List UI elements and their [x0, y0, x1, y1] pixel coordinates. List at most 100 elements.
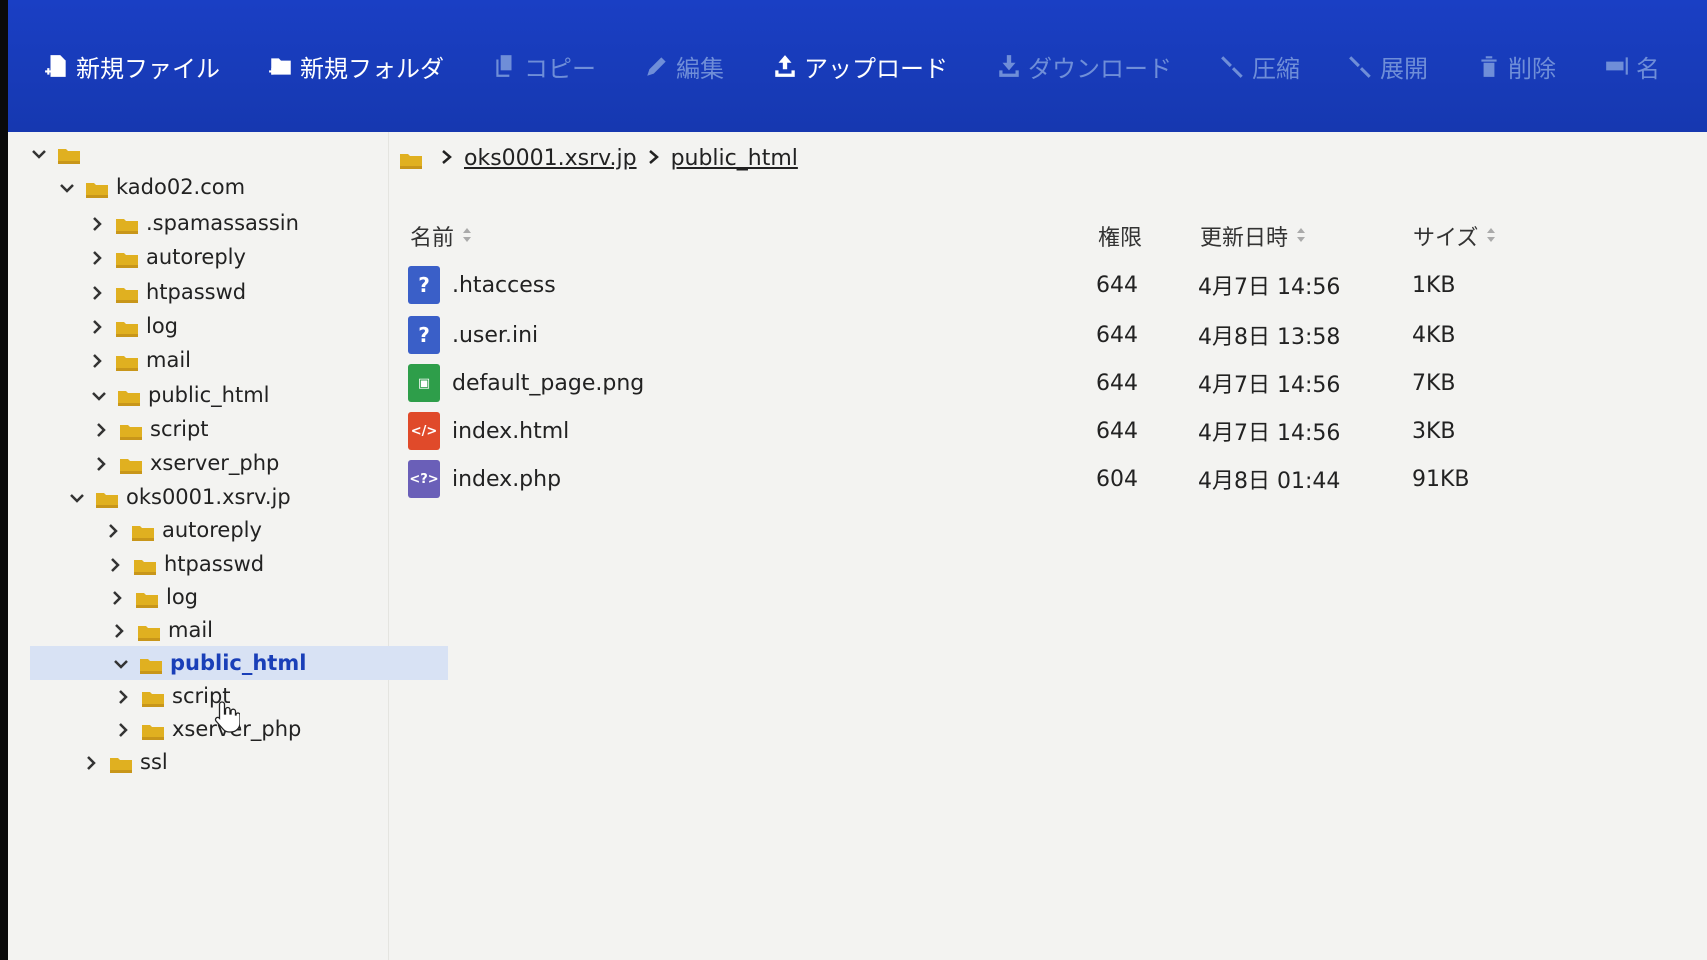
- download-button[interactable]: ダウンロード: [996, 49, 1172, 84]
- breadcrumb-link-public-html[interactable]: public_html: [671, 146, 798, 171]
- tree-item[interactable]: htpasswd: [88, 275, 246, 309]
- tree-item[interactable]: mail: [88, 343, 191, 377]
- tree-item-label: log: [146, 314, 179, 338]
- tree-item[interactable]: ssl: [82, 745, 168, 779]
- new-folder-label: 新規フォルダ: [300, 54, 444, 83]
- file-size: 3KB: [1412, 418, 1456, 444]
- file-row[interactable]: ? .user.ini 644 4月8日 13:58 4KB: [408, 312, 1508, 358]
- breadcrumb-link-domain[interactable]: oks0001.xsrv.jp: [464, 146, 637, 171]
- chevron-right-icon[interactable]: [88, 248, 106, 266]
- tree-item[interactable]: .spamassassin: [88, 206, 299, 240]
- new-folder-icon: [269, 58, 291, 75]
- new-file-icon: [45, 55, 66, 77]
- file-size: 7KB: [1412, 370, 1456, 396]
- compress-button[interactable]: 圧縮: [1220, 49, 1300, 84]
- trash-icon: [1481, 56, 1497, 77]
- hand-cursor-icon: [214, 701, 240, 733]
- tree-item[interactable]: log: [88, 309, 178, 343]
- chevron-right-icon[interactable]: [88, 351, 106, 369]
- tree-item-label: htpasswd: [146, 280, 247, 304]
- folder-icon: [96, 489, 118, 508]
- chevron-right-icon[interactable]: [114, 720, 132, 738]
- tree-item[interactable]: log: [108, 580, 198, 614]
- tree-item[interactable]: xserver_php: [92, 446, 279, 480]
- file-row[interactable]: ▣ default_page.png 644 4月7日 14:56 7KB: [408, 360, 1508, 406]
- chevron-right-icon[interactable]: [110, 621, 128, 639]
- copy-icon: [496, 55, 512, 77]
- tree-item-label: public_html: [148, 383, 270, 407]
- chevron-down-icon[interactable]: [58, 178, 76, 196]
- chevron-right-icon[interactable]: [82, 753, 100, 771]
- tree-item[interactable]: htpasswd: [106, 547, 264, 581]
- upload-icon: [775, 55, 795, 77]
- tree-item-label: kado02.com: [116, 175, 246, 199]
- extract-label: 展開: [1380, 54, 1428, 83]
- tree-item[interactable]: script: [92, 412, 209, 446]
- file-date: 4月8日 01:44: [1198, 469, 1341, 494]
- file-name-cell[interactable]: ? .user.ini: [408, 312, 538, 358]
- delete-label: 削除: [1508, 54, 1556, 83]
- column-header-date[interactable]: 更新日時: [1200, 220, 1306, 252]
- file-permission: 604: [1096, 466, 1138, 492]
- file-size: 91KB: [1412, 466, 1470, 492]
- folder-tree: kado02.com .spamassassin autoreply htpasswd…: [8, 132, 448, 960]
- file-name-cell[interactable]: ▣ default_page.png: [408, 360, 644, 406]
- column-header-size[interactable]: サイズ: [1413, 220, 1496, 252]
- chevron-right-icon[interactable]: [114, 687, 132, 705]
- chevron-down-icon[interactable]: [90, 386, 108, 404]
- file-name-cell[interactable]: ? .htaccess: [408, 262, 556, 308]
- toolbar: 新規ファイル 新規フォルダ コピー 編集 アップロード ダウンロード 圧縮 展開…: [8, 0, 1707, 132]
- extract-button[interactable]: 展開: [1348, 49, 1428, 84]
- chevron-right-icon[interactable]: [106, 555, 124, 573]
- tree-item[interactable]: oks0001.xsrv.jp: [68, 480, 291, 514]
- tree-item[interactable]: kado02.com: [58, 170, 245, 204]
- file-name-cell[interactable]: <?> index.php: [408, 456, 561, 502]
- tree-item[interactable]: [30, 136, 88, 170]
- rename-button[interactable]: 名: [1604, 49, 1660, 84]
- chevron-right-icon[interactable]: [108, 588, 126, 606]
- chevron-down-icon[interactable]: [112, 654, 130, 672]
- tree-item-label: mail: [168, 618, 213, 642]
- chevron-right-icon[interactable]: [88, 317, 106, 335]
- edit-button[interactable]: 編集: [644, 49, 724, 84]
- file-name: .htaccess: [452, 272, 556, 298]
- chevron-down-icon[interactable]: [30, 144, 48, 162]
- chevron-right-icon[interactable]: [88, 214, 106, 232]
- upload-button[interactable]: アップロード: [772, 49, 948, 84]
- file-row[interactable]: <?> index.php 604 4月8日 01:44 91KB: [408, 456, 1508, 502]
- file-date: 4月8日 13:58: [1198, 325, 1341, 350]
- file-name: index.html: [452, 418, 570, 444]
- file-row[interactable]: </> index.html 644 4月7日 14:56 3KB: [408, 408, 1508, 454]
- tree-item-label: ssl: [140, 750, 168, 774]
- tree-item[interactable]: xserver_php: [114, 712, 301, 746]
- column-header-name-label: 名前: [410, 226, 455, 251]
- chevron-down-icon[interactable]: [68, 488, 86, 506]
- rename-icon: [1606, 57, 1628, 75]
- tree-item[interactable]: public_html: [90, 378, 270, 412]
- file-name-cell[interactable]: </> index.html: [408, 408, 569, 454]
- php-file-icon: <?>: [408, 460, 440, 498]
- extract-icon: [1349, 56, 1371, 78]
- new-folder-button[interactable]: 新規フォルダ: [268, 49, 444, 84]
- tree-item-label: mail: [146, 348, 191, 372]
- tree-item[interactable]: mail: [110, 613, 213, 647]
- delete-button[interactable]: 削除: [1476, 49, 1556, 84]
- copy-button[interactable]: コピー: [492, 49, 596, 84]
- chevron-right-icon[interactable]: [104, 521, 122, 539]
- folder-icon[interactable]: [400, 150, 422, 169]
- chevron-right-icon[interactable]: [92, 420, 110, 438]
- tree-item[interactable]: autoreply: [88, 240, 246, 274]
- chevron-right-icon[interactable]: [92, 454, 110, 472]
- file-row[interactable]: ? .htaccess 644 4月7日 14:56 1KB: [408, 262, 1508, 308]
- column-header-name[interactable]: 名前: [410, 220, 472, 252]
- tree-item[interactable]: autoreply: [104, 513, 262, 547]
- folder-icon: [136, 589, 158, 608]
- folder-icon: [132, 522, 154, 541]
- tree-item-label: log: [166, 585, 199, 609]
- new-file-button[interactable]: 新規ファイル: [44, 49, 220, 84]
- chevron-right-icon[interactable]: [88, 283, 106, 301]
- tree-item[interactable]: public_html: [30, 646, 448, 680]
- folder-icon: [138, 622, 160, 641]
- html-file-icon: </>: [408, 412, 440, 450]
- file-date: 4月7日 14:56: [1198, 421, 1341, 446]
